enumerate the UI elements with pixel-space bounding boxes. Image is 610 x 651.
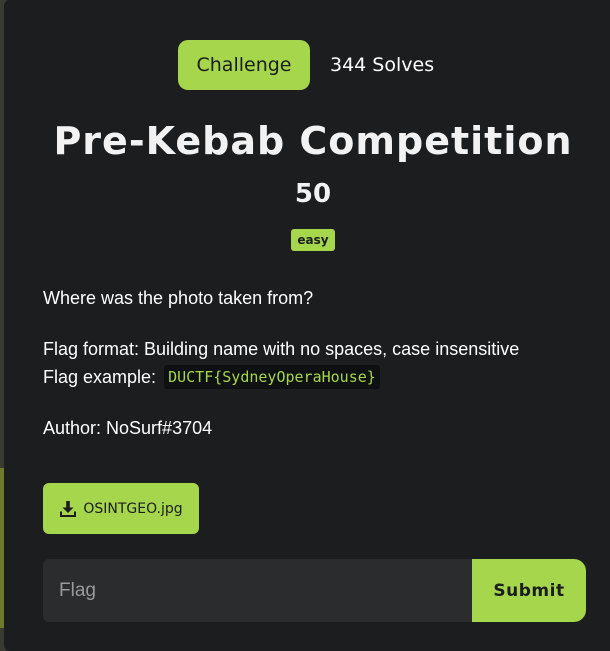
tab-solves[interactable]: 344 Solves [330, 40, 434, 90]
challenge-points: 50 [294, 179, 332, 209]
question-text: Where was the photo taken from? [43, 288, 314, 308]
flag-example-code: DUCTF{SydneyOperaHouse} [164, 365, 380, 389]
difficulty-badge: easy [291, 229, 335, 251]
flag-example-line: Flag example: DUCTF{SydneyOperaHouse} [43, 363, 603, 391]
challenge-title: Pre-Kebab Competition [53, 119, 573, 163]
download-file-button[interactable]: OSINTGEO.jpg [43, 483, 199, 534]
challenge-description: Where was the photo taken from? Flag for… [43, 284, 603, 442]
tag-row: easy [4, 229, 610, 251]
submit-button[interactable]: Submit [472, 559, 586, 622]
author-text: Author: NoSurf#3704 [43, 418, 213, 438]
flag-input[interactable] [43, 559, 476, 622]
download-icon [60, 500, 77, 517]
file-name: OSINTGEO.jpg [83, 500, 183, 517]
modal-header: Challenge 344 Solves [4, 40, 610, 90]
flag-form: Submit [43, 559, 586, 622]
flag-format-text: Flag format: Building name with no space… [43, 339, 520, 359]
challenge-modal: Challenge 344 Solves Pre-Kebab Competiti… [4, 0, 610, 651]
tab-challenge[interactable]: Challenge [178, 40, 310, 90]
flag-example-label: Flag example: [43, 367, 157, 387]
